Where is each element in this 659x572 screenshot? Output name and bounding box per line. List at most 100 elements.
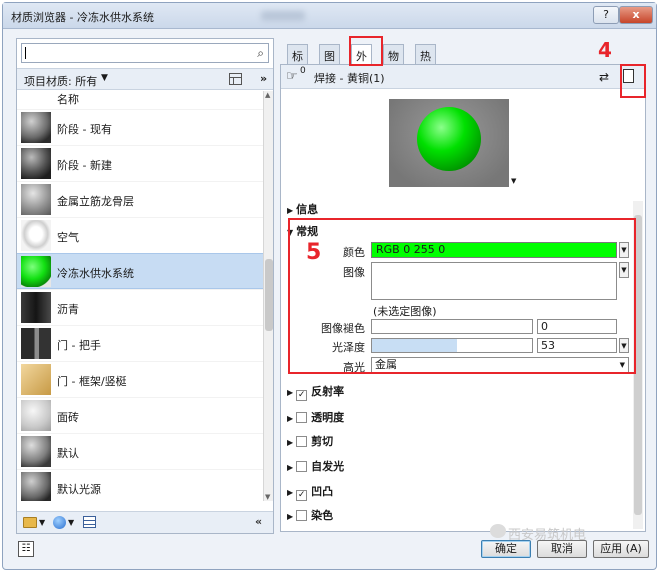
expand-icon: ▶: [287, 388, 294, 397]
section-reflectivity[interactable]: ▶ ✓ 反射率: [287, 383, 344, 401]
air-thumbnail: [21, 220, 51, 251]
section-self-illumination[interactable]: ▶ 自发光: [287, 458, 344, 474]
material-row[interactable]: 默认光源: [17, 469, 263, 501]
material-row[interactable]: 默认: [17, 433, 263, 469]
text-caret: [25, 47, 26, 59]
project-materials-filter[interactable]: 项目材质: 所有: [24, 73, 97, 89]
reflectivity-checkbox[interactable]: ✓: [296, 390, 308, 401]
tab-identity[interactable]: 标识: [287, 44, 308, 79]
self-illumination-checkbox[interactable]: [296, 461, 308, 472]
filter-bar: 项目材质: 所有 ▼ »: [17, 68, 273, 90]
blurred-title-text: [261, 11, 305, 21]
material-row[interactable]: 沥青: [17, 289, 263, 325]
search-input[interactable]: ⌕: [21, 43, 269, 63]
close-button[interactable]: x: [619, 6, 653, 24]
material-label: 金属立筋龙骨层: [57, 195, 134, 208]
material-row[interactable]: 阶段 - 现有: [17, 109, 263, 145]
expand-icon: ▶: [287, 414, 294, 423]
material-label: 阶段 - 现有: [57, 123, 112, 136]
annotation-number-5: 5: [306, 240, 322, 265]
search-icon[interactable]: ⌕: [257, 46, 264, 61]
section-cutout[interactable]: ▶ 剪切: [287, 433, 333, 449]
material-label: 门 - 框架/竖梃: [57, 375, 127, 388]
section-label: 剪切: [311, 435, 334, 448]
material-row[interactable]: 面砖: [17, 397, 263, 433]
asset-name: 焊接 - 黄铜(1): [314, 72, 385, 85]
preview-sphere: [417, 107, 481, 171]
expand-icon: ▶: [287, 463, 294, 472]
material-row-selected[interactable]: 冷冻水供水系统: [17, 253, 263, 289]
annotation-box-appearance-tab: [349, 36, 383, 66]
material-label: 阶段 - 新建: [57, 159, 112, 172]
title-bar: 材质浏览器 - 冷冻水供水系统 ? x: [3, 3, 656, 29]
folder-icon[interactable]: [23, 517, 37, 528]
material-row[interactable]: 金属立筋龙骨层: [17, 181, 263, 217]
tab-graphics[interactable]: 图形: [319, 44, 340, 79]
create-material-icon[interactable]: [53, 516, 66, 529]
annotation-number-4: 4: [598, 38, 612, 62]
folder-dropdown-icon[interactable]: ▼: [39, 518, 45, 527]
help-button[interactable]: ?: [593, 6, 619, 24]
scroll-down-icon[interactable]: ▼: [265, 493, 270, 501]
column-header-name[interactable]: 名称: [17, 91, 263, 109]
section-bump[interactable]: ▶ ✓ 凹凸: [287, 483, 333, 501]
material-label: 默认光源: [57, 483, 101, 496]
expand-icon: ▶: [287, 488, 294, 497]
annotation-box-duplicate: [620, 64, 646, 98]
annotation-box-general: [288, 218, 636, 374]
window-title: 材质浏览器 - 冷冻水供水系统: [11, 11, 154, 24]
handle-thumbnail: [21, 328, 51, 359]
material-list: 名称 阶段 - 现有 阶段 - 新建 金属立筋龙骨层 空气 冷冻水供水系统 沥青…: [17, 91, 263, 501]
section-label: 透明度: [311, 411, 345, 424]
section-label: 凹凸: [311, 485, 334, 498]
transparency-checkbox[interactable]: [296, 412, 308, 423]
tab-physical[interactable]: 物理: [383, 44, 404, 79]
material-row[interactable]: 门 - 框架/竖梃: [17, 361, 263, 397]
section-label: 染色: [311, 509, 334, 522]
hand-icon: ☞: [286, 69, 298, 84]
material-row[interactable]: 阶段 - 新建: [17, 145, 263, 181]
tint-checkbox[interactable]: [296, 510, 308, 521]
material-label: 冷冻水供水系统: [57, 267, 134, 280]
material-row[interactable]: 空气: [17, 217, 263, 253]
preview-options-icon[interactable]: ▼: [511, 177, 516, 185]
apply-button[interactable]: 应用 (A): [593, 540, 649, 558]
expand-icon: ▶: [287, 512, 294, 521]
metal-sphere-thumbnail: [21, 184, 51, 215]
green-sphere-thumbnail: [21, 256, 51, 287]
section-info[interactable]: ▶ 信息: [287, 201, 318, 217]
dark-sphere-thumbnail: [21, 148, 51, 179]
asphalt-thumbnail: [21, 292, 51, 323]
expand-icon: ▶: [287, 438, 294, 447]
light-sphere-thumbnail: [21, 472, 51, 501]
expand-library-button[interactable]: »: [260, 72, 267, 85]
material-preview: [389, 99, 509, 187]
settings-icon[interactable]: ☷: [18, 541, 34, 557]
material-library-panel: ⌕ 项目材质: 所有 ▼ » 名称 阶段 - 现有 阶段 - 新建 金属立筋龙骨…: [16, 38, 274, 534]
section-transparency[interactable]: ▶ 透明度: [287, 409, 344, 425]
material-label: 空气: [57, 231, 79, 244]
material-list-scrollbar[interactable]: ▲ ▼: [263, 91, 273, 501]
asset-header: ☞ 0 焊接 - 黄铜(1) ⇄: [281, 65, 645, 89]
tab-thermal[interactable]: 热度: [415, 44, 436, 79]
material-label: 沥青: [57, 303, 79, 316]
cutout-checkbox[interactable]: [296, 436, 308, 447]
scroll-up-icon[interactable]: ▲: [265, 91, 270, 99]
material-label: 默认: [57, 447, 79, 460]
section-label: 反射率: [311, 385, 345, 398]
scrollbar-thumb[interactable]: [265, 259, 273, 331]
ok-button[interactable]: 确定: [481, 540, 531, 558]
filter-dropdown-icon[interactable]: ▼: [101, 73, 108, 83]
asset-browser-icon[interactable]: [83, 516, 96, 528]
grey-sphere-thumbnail: [21, 112, 51, 143]
view-options-icon[interactable]: [229, 73, 242, 85]
cancel-button[interactable]: 取消: [537, 540, 587, 558]
section-tint[interactable]: ▶ 染色: [287, 507, 333, 523]
replace-asset-icon[interactable]: ⇄: [599, 70, 609, 84]
default-sphere-thumbnail: [21, 436, 51, 467]
wechat-icon: [490, 524, 506, 538]
material-row[interactable]: 门 - 把手: [17, 325, 263, 361]
create-dropdown-icon[interactable]: ▼: [68, 518, 74, 527]
bump-checkbox[interactable]: ✓: [296, 490, 308, 501]
collapse-library-button[interactable]: «: [255, 515, 262, 528]
